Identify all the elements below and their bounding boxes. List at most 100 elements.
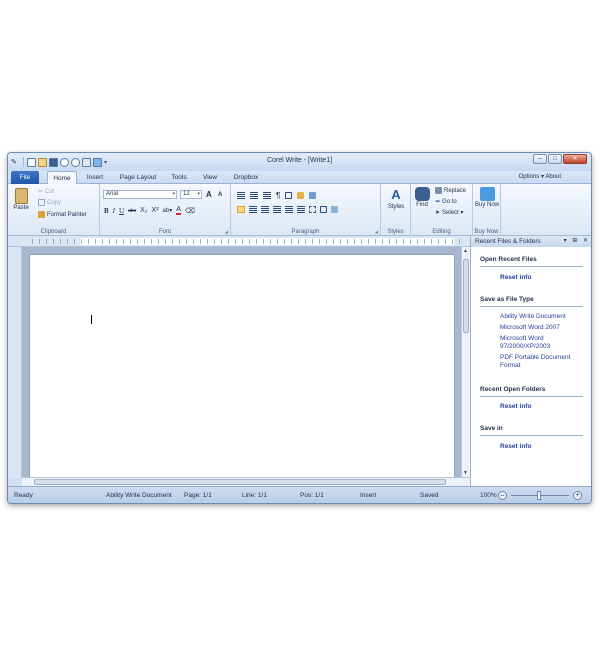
zoom-in-button[interactable]: + xyxy=(573,491,582,500)
paragraph-group-label: Paragraph xyxy=(291,229,320,235)
document-page[interactable] xyxy=(29,254,455,480)
replace-button[interactable]: Replace xyxy=(435,187,466,194)
close-button[interactable]: ✕ xyxy=(563,154,587,164)
multilevel-list-icon[interactable] xyxy=(263,192,271,199)
font-size-value: 12 xyxy=(183,191,190,197)
maximize-button[interactable]: □ xyxy=(548,154,562,164)
increase-indent-icon[interactable] xyxy=(297,206,305,213)
horizontal-ruler[interactable] xyxy=(8,236,470,247)
replace-label: Replace xyxy=(444,187,467,194)
goto-button[interactable]: ➡ Go to xyxy=(435,198,457,206)
goto-label: Go to xyxy=(442,198,457,205)
arrow-right-icon: ➡ xyxy=(435,199,441,205)
align-center-icon[interactable] xyxy=(249,206,257,213)
zoom-out-button[interactable]: – xyxy=(498,491,507,500)
font-name-combo[interactable]: Arial ▾ xyxy=(103,190,177,199)
clear-format-icon[interactable]: ⌫ xyxy=(185,207,195,215)
columns-icon[interactable] xyxy=(309,206,316,213)
styles-group-label: Styles xyxy=(387,229,404,235)
borders-icon[interactable] xyxy=(285,192,293,199)
align-right-icon[interactable] xyxy=(261,206,269,213)
save-type-ability[interactable]: Ability Write Document xyxy=(500,313,566,321)
status-saved: Saved xyxy=(420,492,439,499)
recent-folders-reset-link[interactable]: Reset info xyxy=(500,403,531,411)
tab-dropbox[interactable]: Dropbox xyxy=(230,171,262,184)
recent-files-pane: Recent Files & Folders ▾ ⊞ ✕ Open Recent… xyxy=(470,236,591,486)
save-type-word2007[interactable]: Microsoft Word 2007 xyxy=(500,324,560,332)
select-button[interactable]: ➤ Select ▾ xyxy=(435,209,463,216)
title-bar: ✎ ▾ Corel Write - [Write1] – □ ✕ xyxy=(8,153,591,171)
justify-icon[interactable] xyxy=(273,206,281,213)
find-button[interactable]: Find xyxy=(413,187,431,209)
horizontal-scroll-thumb[interactable] xyxy=(34,479,446,485)
paragraph-row-2 xyxy=(237,206,338,213)
window-title: Corel Write - [Write1] xyxy=(266,157,333,164)
pane-controls[interactable]: ▾ ⊞ ✕ xyxy=(564,236,590,247)
zoom-level: 100% xyxy=(480,492,497,499)
bullets-icon[interactable] xyxy=(237,192,245,199)
cursor-icon: ➤ xyxy=(435,210,441,216)
dialog-launcher-icon[interactable]: ◢ xyxy=(225,229,228,234)
vertical-scroll-thumb[interactable] xyxy=(463,259,469,333)
tab-view[interactable]: View xyxy=(200,171,220,184)
buy-now-button[interactable]: Buy Now xyxy=(475,187,499,209)
document-area xyxy=(22,247,461,480)
horizontal-scrollbar[interactable] xyxy=(22,477,470,486)
status-line: Line: 1/1 xyxy=(242,492,267,499)
status-ready: Ready xyxy=(14,492,33,499)
italic-button[interactable]: I xyxy=(113,207,115,215)
dialog-launcher-icon[interactable]: ◢ xyxy=(375,229,378,234)
shrink-font-button[interactable]: A xyxy=(218,192,222,198)
tab-page-layout[interactable]: Page Layout xyxy=(116,171,160,184)
scroll-up-icon[interactable]: ▲ xyxy=(463,248,468,254)
ribbon: Paste ✂ Cut Copy Format Painter Clipboar… xyxy=(8,184,591,236)
open-recent-reset-link[interactable]: Reset info xyxy=(500,274,531,282)
paste-icon xyxy=(14,188,28,204)
zoom-control: – + xyxy=(498,491,582,500)
highlight-button[interactable]: ab▾ xyxy=(163,207,173,214)
subscript-button[interactable]: X₂ xyxy=(140,207,147,214)
cut-label: Cut xyxy=(45,188,55,195)
font-size-combo[interactable]: 12 ▾ xyxy=(180,190,202,199)
shading-icon[interactable] xyxy=(297,192,305,199)
zoom-slider[interactable] xyxy=(511,491,569,500)
superscript-button[interactable]: X² xyxy=(152,207,159,214)
paragraph-group: ¶ Paragraph ◢ xyxy=(231,184,381,236)
options-about-menu[interactable]: Options ▾ About xyxy=(519,171,561,184)
decrease-indent-icon[interactable] xyxy=(285,206,293,213)
pilcrow-icon[interactable]: ¶ xyxy=(276,191,280,200)
tab-home[interactable]: Home xyxy=(47,171,77,185)
save-type-word97[interactable]: Microsoft Word 97/2000/XP/2003 xyxy=(500,335,574,351)
strikethrough-button[interactable]: abc xyxy=(128,208,136,214)
zoom-slider-thumb[interactable] xyxy=(537,491,541,500)
font-color-button[interactable]: A xyxy=(176,206,181,215)
status-doctype: Ability Write Document xyxy=(106,492,172,499)
bold-button[interactable]: B xyxy=(104,207,109,215)
numbering-icon[interactable] xyxy=(250,192,258,199)
save-in-reset-link[interactable]: Reset info xyxy=(500,443,531,451)
save-type-pdf[interactable]: PDF Portable Document Format xyxy=(500,354,580,370)
picture-icon[interactable] xyxy=(331,206,338,213)
tab-insert[interactable]: Insert xyxy=(84,171,106,184)
cut-button[interactable]: ✂ Cut xyxy=(38,188,55,196)
buy-group: Buy Now Buy Now xyxy=(473,184,501,236)
recent-folders-heading: Recent Open Folders xyxy=(480,386,583,397)
tab-tools[interactable]: Tools xyxy=(168,171,190,184)
copy-button[interactable]: Copy xyxy=(38,199,61,206)
paste-button[interactable]: Paste xyxy=(12,188,30,212)
minimize-button[interactable]: – xyxy=(533,154,547,164)
vertical-scrollbar[interactable]: ▲ ▼ xyxy=(461,247,470,477)
paste-label: Paste xyxy=(13,205,29,211)
sort-icon[interactable] xyxy=(320,206,327,213)
app-window: ✎ ▾ Corel Write - [Write1] – □ ✕ File Ho… xyxy=(7,152,592,504)
align-left-icon[interactable] xyxy=(237,206,245,213)
underline-button[interactable]: U xyxy=(119,207,124,215)
grow-font-button[interactable]: A xyxy=(206,190,212,199)
file-tab[interactable]: File xyxy=(11,171,39,184)
scroll-down-icon[interactable]: ▼ xyxy=(463,470,468,476)
vertical-ruler[interactable] xyxy=(8,247,22,478)
format-painter-button[interactable]: Format Painter xyxy=(38,211,87,218)
styles-button[interactable]: A Styles xyxy=(383,187,409,211)
line-spacing-icon[interactable] xyxy=(309,192,317,199)
pane-header: Recent Files & Folders ▾ ⊞ ✕ xyxy=(471,236,591,247)
